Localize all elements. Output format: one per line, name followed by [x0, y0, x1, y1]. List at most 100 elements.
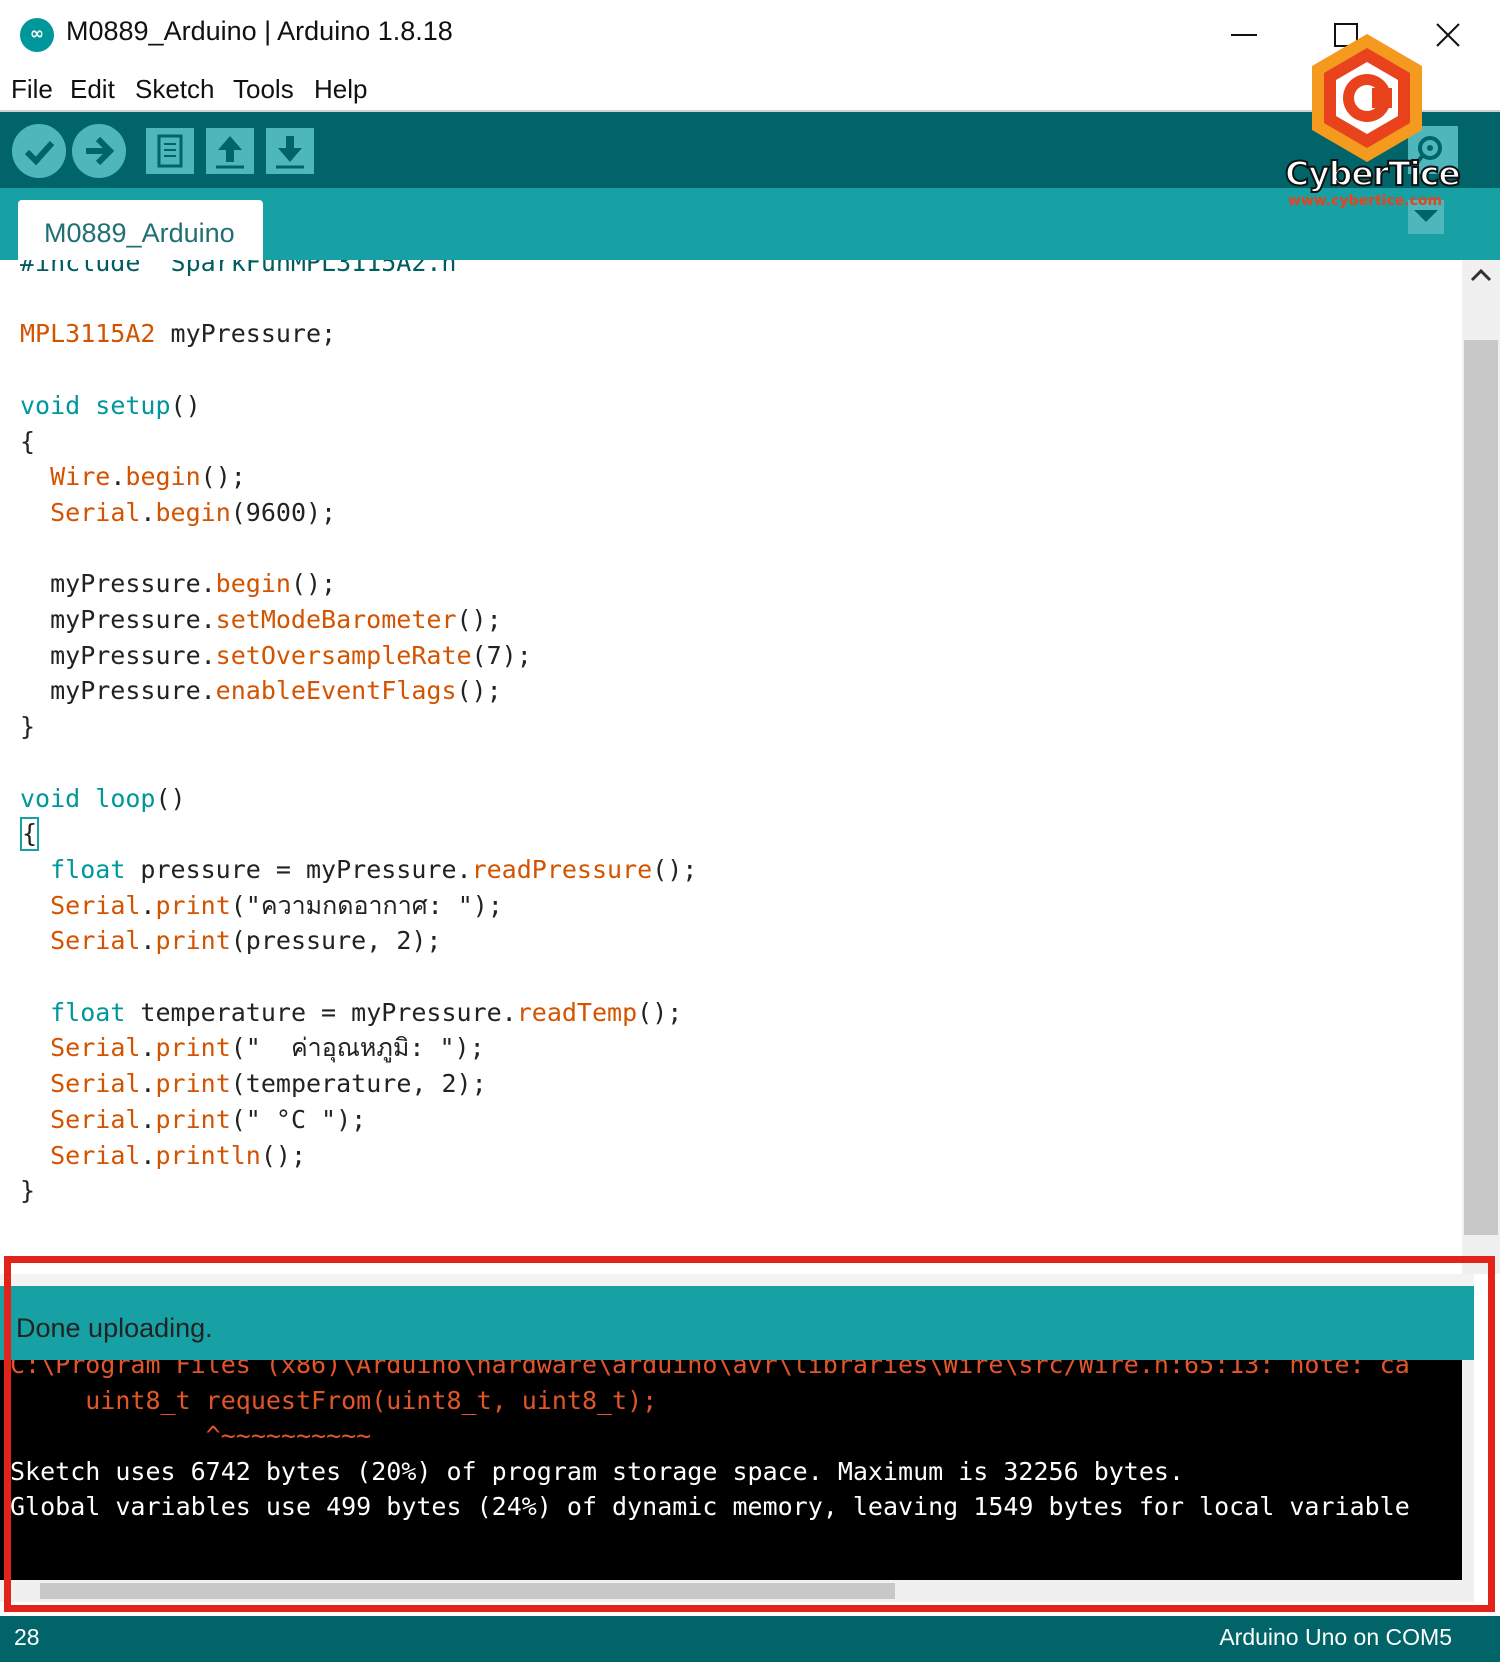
console-scrollbar[interactable] [1462, 1360, 1474, 1580]
code-token: print [155, 1104, 231, 1134]
code-token: loop [95, 783, 156, 813]
code-token: myPressure. [20, 676, 216, 706]
console-scrollbar-thumb[interactable] [40, 1583, 895, 1599]
code-token: (); [652, 854, 698, 884]
code-token: (); [637, 997, 683, 1027]
code-token: . [140, 926, 156, 956]
code-token: float [50, 997, 126, 1027]
menu-help[interactable]: Help [314, 74, 367, 105]
window-title: M0889_Arduino | Arduino 1.8.18 [66, 16, 453, 46]
menu-file[interactable]: File [11, 74, 53, 105]
code-token: void [20, 783, 81, 813]
code-token: #include "SparkFunMPL3115A2.h" [20, 260, 472, 277]
code-token: setModeBarometer [215, 605, 457, 634]
code-line: myPressure.enableEventFlags(); [20, 672, 502, 710]
code-token: { [20, 817, 40, 852]
editor-console-divider[interactable] [0, 1274, 1474, 1286]
code-token: (9600); [230, 497, 337, 527]
tab-bar: M0889_Arduino [0, 188, 1500, 260]
code-line: float temperature = myPressure.readTemp(… [20, 994, 682, 1032]
code-token: readPressure [471, 854, 653, 884]
code-line: myPressure.begin(); [20, 565, 336, 603]
code-token: float [50, 854, 126, 884]
console-line: C:\Program Files (x86)\Arduino\hardware\… [10, 1360, 1410, 1379]
code-token: () [170, 390, 201, 420]
code-token: (" °C "); [230, 1104, 367, 1134]
code-token: Serial [50, 926, 141, 956]
code-token: print [155, 926, 231, 956]
code-line: Serial.print(pressure, 2); [20, 922, 441, 960]
code-token: } [20, 1176, 36, 1206]
code-token: (pressure, 2); [230, 926, 442, 956]
code-token: . [140, 1033, 156, 1063]
upload-button[interactable] [72, 124, 126, 178]
code-line: { [20, 815, 40, 853]
code-token: void [20, 390, 81, 420]
new-button[interactable] [146, 128, 194, 174]
code-line: Serial.print("ความกดอากาศ: "); [20, 887, 503, 925]
toolbar [0, 112, 1500, 188]
menu-bar: File Edit Sketch Tools Help [0, 68, 1500, 112]
code-editor[interactable]: #include "SparkFunMPL3115A2.h" MPL3115A2 … [0, 260, 1462, 1274]
arduino-logo-icon: ∞ [20, 18, 54, 52]
code-token: . [140, 1069, 156, 1099]
minimize-icon [1231, 34, 1257, 36]
code-token: (temperature, 2); [230, 1069, 487, 1099]
open-button[interactable] [206, 128, 254, 174]
code-line: Serial.print(" °C "); [20, 1101, 366, 1139]
code-token: myPressure. [20, 605, 216, 634]
menu-edit[interactable]: Edit [70, 74, 115, 105]
menu-sketch[interactable]: Sketch [135, 74, 215, 105]
code-token: ("ความกดอากาศ: "); [230, 890, 503, 920]
code-token: print [155, 1033, 231, 1063]
code-token: print [155, 890, 231, 920]
upload-icon [86, 136, 115, 166]
code-token: readTemp [516, 997, 638, 1027]
code-token: (7); [471, 640, 532, 670]
minimize-button[interactable] [1214, 10, 1274, 60]
code-token: () [155, 783, 186, 813]
output-console[interactable]: C:\Program Files (x86)\Arduino\hardware\… [0, 1360, 1462, 1580]
code-token: setOversampleRate [215, 640, 472, 670]
code-token: myPressure. [20, 640, 216, 670]
status-message: Done uploading. [16, 1313, 213, 1343]
code-token: enableEventFlags [215, 676, 457, 706]
code-token: myPressure; [155, 319, 337, 349]
footer-bar: 28 Arduino Uno on COM5 [0, 1616, 1500, 1662]
open-icon [216, 136, 244, 169]
console-line: ^~~~~~~~~~~ [10, 1421, 372, 1450]
console-line: Sketch uses 6742 bytes (20%) of program … [10, 1456, 1184, 1486]
scroll-up-icon [1470, 268, 1492, 282]
code-token: (); [456, 676, 502, 706]
code-token: Wire [50, 462, 111, 492]
code-token: . [140, 1140, 156, 1170]
code-token: . [140, 497, 156, 527]
status-bar: Done uploading. [0, 1286, 1474, 1360]
code-line: void setup() [20, 387, 201, 425]
code-line: void loop() [20, 780, 186, 818]
watermark-name: CyberTice [1284, 153, 1462, 194]
save-button[interactable] [266, 128, 314, 174]
verify-icon [24, 141, 55, 166]
console-line: uint8_t requestFrom(uint8_t, uint8_t); [10, 1385, 658, 1415]
code-token: (" ค่าอุณหภูมิ: "); [230, 1033, 485, 1063]
code-token: } [20, 712, 36, 742]
menu-tools[interactable]: Tools [233, 74, 294, 105]
code-token: Serial [50, 497, 141, 527]
code-line: Serial.println(); [20, 1137, 306, 1175]
editor-scrollbar-thumb[interactable] [1464, 340, 1498, 1235]
code-token: println [155, 1140, 261, 1170]
new-icon [157, 134, 183, 168]
code-line: myPressure.setModeBarometer(); [20, 601, 502, 639]
code-line: Serial.print(" ค่าอุณหภูมิ: "); [20, 1029, 485, 1067]
code-token: . [110, 462, 126, 492]
verify-button[interactable] [12, 124, 66, 178]
code-line: } [20, 708, 35, 746]
tab-sketch[interactable]: M0889_Arduino [18, 200, 263, 260]
code-token: pressure = myPressure. [125, 854, 472, 884]
